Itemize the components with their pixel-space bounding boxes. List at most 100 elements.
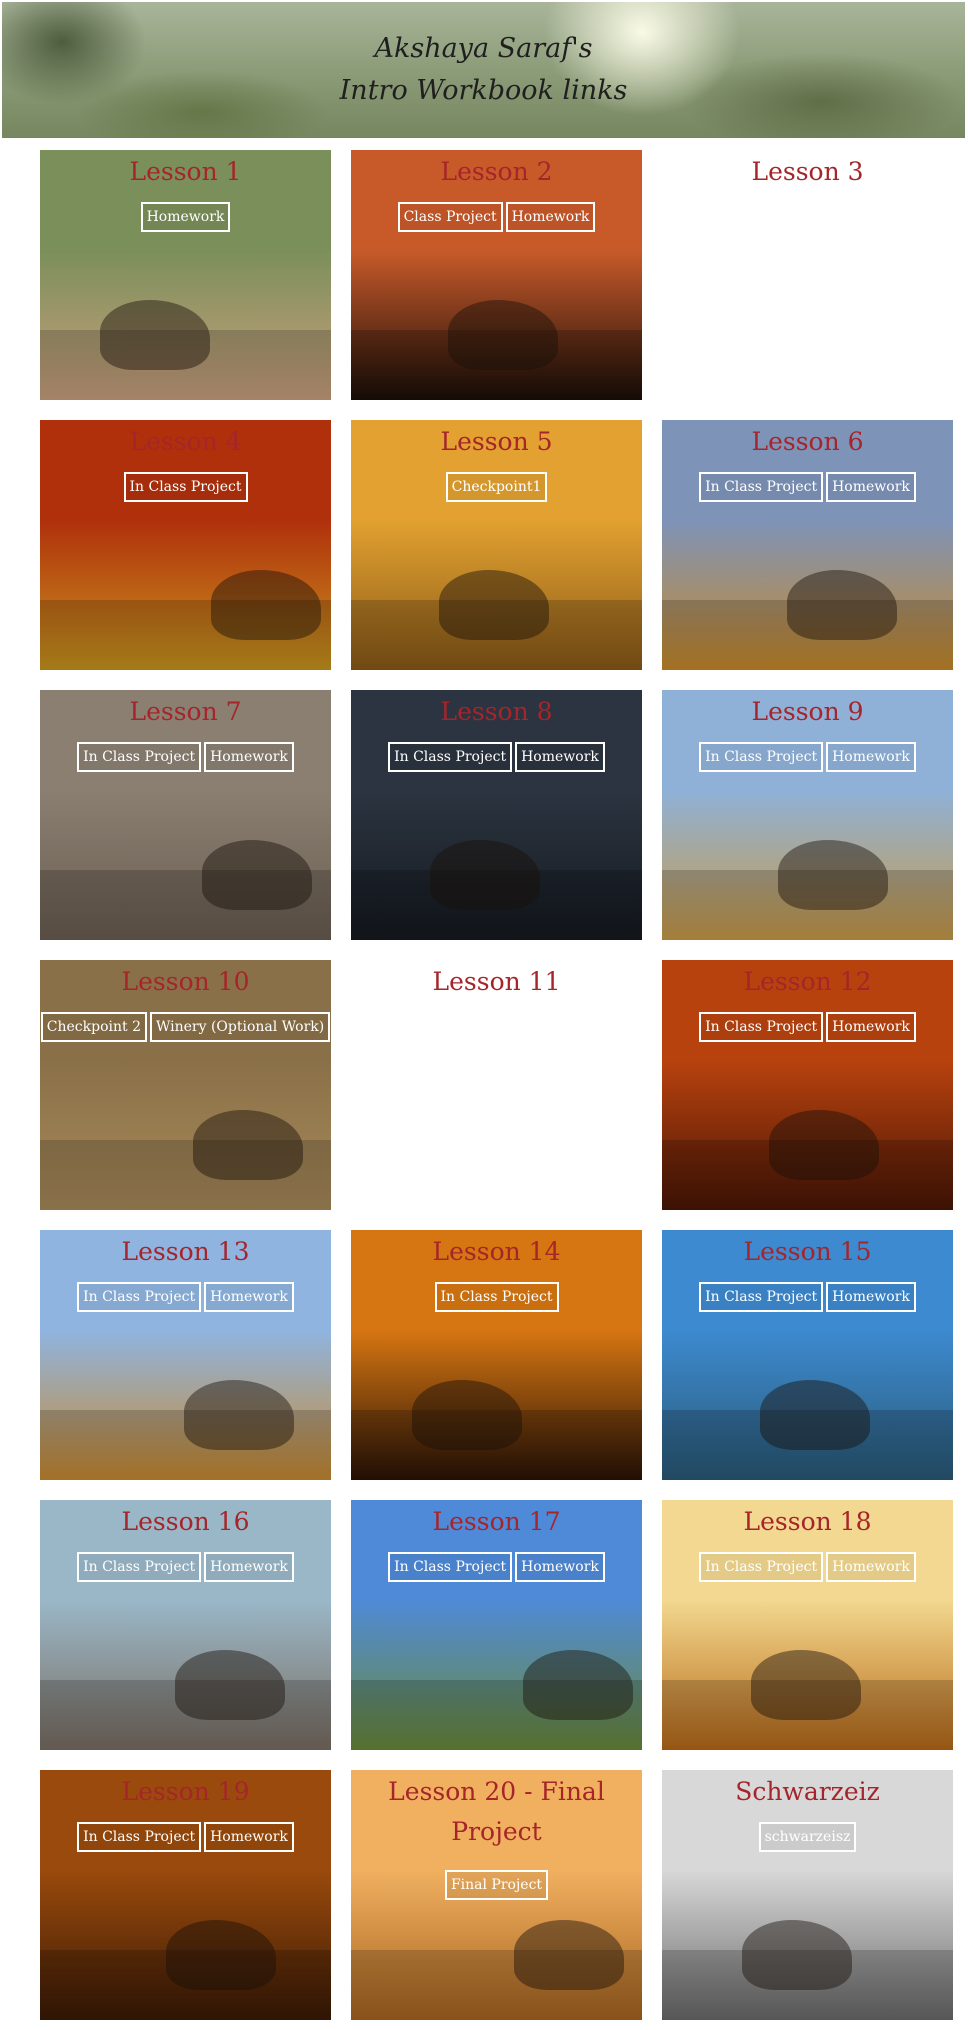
homework-button[interactable]: Homework (204, 1822, 294, 1852)
lesson-buttons: In Class Project Homework (351, 1552, 642, 1582)
lesson-buttons: In Class Project Homework (40, 1822, 331, 1852)
winery-optional-work-button[interactable]: Winery (Optional Work) (150, 1012, 331, 1042)
lesson-tile-20: Lesson 20 - Final Project Final Project (351, 1770, 642, 2020)
lesson-tile-9: Lesson 9 In Class Project Homework (662, 690, 953, 940)
checkpoint1-button[interactable]: Checkpoint1 (445, 472, 548, 502)
lesson-tile-3: Lesson 3 (662, 150, 953, 400)
lesson-title[interactable]: Lesson 6 (662, 422, 953, 462)
tile-photo-animal (514, 1920, 624, 1990)
lesson-title[interactable]: Lesson 18 (662, 1502, 953, 1542)
lesson-tile-1: Lesson 1 Homework (40, 150, 331, 400)
lesson-title[interactable]: Lesson 8 (351, 692, 642, 732)
in-class-project-button[interactable]: In Class Project (77, 1822, 202, 1852)
in-class-project-button[interactable]: In Class Project (77, 742, 202, 772)
tile-photo-animal (523, 1650, 633, 1720)
schwarzeisz-button[interactable]: schwarzeisz (758, 1822, 857, 1852)
homework-button[interactable]: Homework (826, 1552, 916, 1582)
tile-photo-animal (787, 570, 897, 640)
lesson-buttons: Checkpoint 2 Winery (Optional Work) (40, 1012, 331, 1042)
tile-photo-animal (751, 1650, 861, 1720)
lesson-buttons: In Class Project Homework (662, 1552, 953, 1582)
lesson-buttons: Homework (40, 202, 331, 232)
homework-button[interactable]: Homework (826, 1012, 916, 1042)
lesson-title[interactable]: Lesson 2 (351, 152, 642, 192)
homework-button[interactable]: Homework (204, 1282, 294, 1312)
lesson-title[interactable]: Lesson 13 (40, 1232, 331, 1272)
lesson-buttons: In Class Project Homework (351, 742, 642, 772)
tile-photo-animal (760, 1380, 870, 1450)
in-class-project-button[interactable]: In Class Project (699, 742, 824, 772)
tile-photo-animal (100, 300, 210, 370)
lesson-buttons: In Class Project (40, 472, 331, 502)
lesson-title[interactable]: Lesson 4 (40, 422, 331, 462)
lesson-title[interactable]: Lesson 20 - Final Project (351, 1772, 642, 1852)
in-class-project-button[interactable]: In Class Project (699, 1552, 824, 1582)
in-class-project-button[interactable]: In Class Project (77, 1552, 202, 1582)
lesson-title[interactable]: Lesson 14 (351, 1232, 642, 1272)
in-class-project-button[interactable]: In Class Project (388, 1552, 513, 1582)
homework-button[interactable]: Homework (826, 742, 916, 772)
lesson-buttons: In Class Project Homework (662, 472, 953, 502)
homework-button[interactable]: Homework (826, 472, 916, 502)
homework-button[interactable]: Homework (826, 1282, 916, 1312)
tile-photo-animal (778, 840, 888, 910)
lesson-tile-4: Lesson 4 In Class Project (40, 420, 331, 670)
in-class-project-button[interactable]: In Class Project (388, 742, 513, 772)
lesson-title[interactable]: Lesson 10 (40, 962, 331, 1002)
in-class-project-button[interactable]: In Class Project (699, 1282, 824, 1312)
tile-photo-animal (439, 570, 549, 640)
lesson-buttons: schwarzeisz (662, 1822, 953, 1852)
lesson-buttons: In Class Project Homework (662, 1282, 953, 1312)
lesson-title[interactable]: Lesson 12 (662, 962, 953, 1002)
lesson-tile-5: Lesson 5 Checkpoint1 (351, 420, 642, 670)
homework-button[interactable]: Homework (204, 742, 294, 772)
lesson-title[interactable]: Lesson 7 (40, 692, 331, 732)
lesson-title[interactable]: Lesson 17 (351, 1502, 642, 1542)
lesson-buttons: Checkpoint1 (351, 472, 642, 502)
final-project-button[interactable]: Final Project (444, 1870, 549, 1900)
in-class-project-button[interactable]: In Class Project (77, 1282, 202, 1312)
lesson-buttons: In Class Project Homework (662, 742, 953, 772)
lesson-title[interactable]: Lesson 15 (662, 1232, 953, 1272)
lesson-buttons: Class Project Homework (351, 202, 642, 232)
lesson-title[interactable]: Lesson 11 (351, 962, 642, 1002)
tile-photo-animal (430, 840, 540, 910)
tile-photo-animal (193, 1110, 303, 1180)
in-class-project-button[interactable]: In Class Project (699, 1012, 824, 1042)
in-class-project-button[interactable]: In Class Project (434, 1282, 559, 1312)
lesson-title[interactable]: Lesson 19 (40, 1772, 331, 1812)
lesson-buttons: In Class Project Homework (40, 1282, 331, 1312)
in-class-project-button[interactable]: In Class Project (699, 472, 824, 502)
lesson-title[interactable]: Lesson 9 (662, 692, 953, 732)
lesson-title[interactable]: Lesson 1 (40, 152, 331, 192)
lesson-tile-12: Lesson 12 In Class Project Homework (662, 960, 953, 1210)
lesson-tile-2: Lesson 2 Class Project Homework (351, 150, 642, 400)
lesson-tile-19: Lesson 19 In Class Project Homework (40, 1770, 331, 2020)
checkpoint-2-button[interactable]: Checkpoint 2 (40, 1012, 147, 1042)
tile-photo-animal (202, 840, 312, 910)
tile-photo-animal (769, 1110, 879, 1180)
lesson-tile-13: Lesson 13 In Class Project Homework (40, 1230, 331, 1480)
lesson-tile-17: Lesson 17 In Class Project Homework (351, 1500, 642, 1750)
homework-button[interactable]: Homework (515, 742, 605, 772)
tile-photo-animal (175, 1650, 285, 1720)
lesson-tile-18: Lesson 18 In Class Project Homework (662, 1500, 953, 1750)
lesson-tile-11: Lesson 11 (351, 960, 642, 1210)
lesson-title[interactable]: Lesson 16 (40, 1502, 331, 1542)
tile-photo-animal (412, 1380, 522, 1450)
lesson-tile-16: Lesson 16 In Class Project Homework (40, 1500, 331, 1750)
homework-button[interactable]: Homework (515, 1552, 605, 1582)
lesson-tile-8: Lesson 8 In Class Project Homework (351, 690, 642, 940)
homework-button[interactable]: Homework (140, 202, 231, 232)
lesson-tile-10: Lesson 10 Checkpoint 2 Winery (Optional Wo… (40, 960, 331, 1210)
lesson-buttons: In Class Project (351, 1282, 642, 1312)
in-class-project-button[interactable]: In Class Project (123, 472, 248, 502)
class-project-button[interactable]: Class Project (397, 202, 503, 232)
lesson-title[interactable]: Lesson 5 (351, 422, 642, 462)
lesson-title[interactable]: Schwarzeiz (662, 1772, 953, 1812)
lesson-title[interactable]: Lesson 3 (662, 152, 953, 192)
lesson-buttons: In Class Project Homework (40, 1552, 331, 1582)
homework-button[interactable]: Homework (505, 202, 596, 232)
homework-button[interactable]: Homework (204, 1552, 294, 1582)
lesson-buttons: In Class Project Homework (662, 1012, 953, 1042)
